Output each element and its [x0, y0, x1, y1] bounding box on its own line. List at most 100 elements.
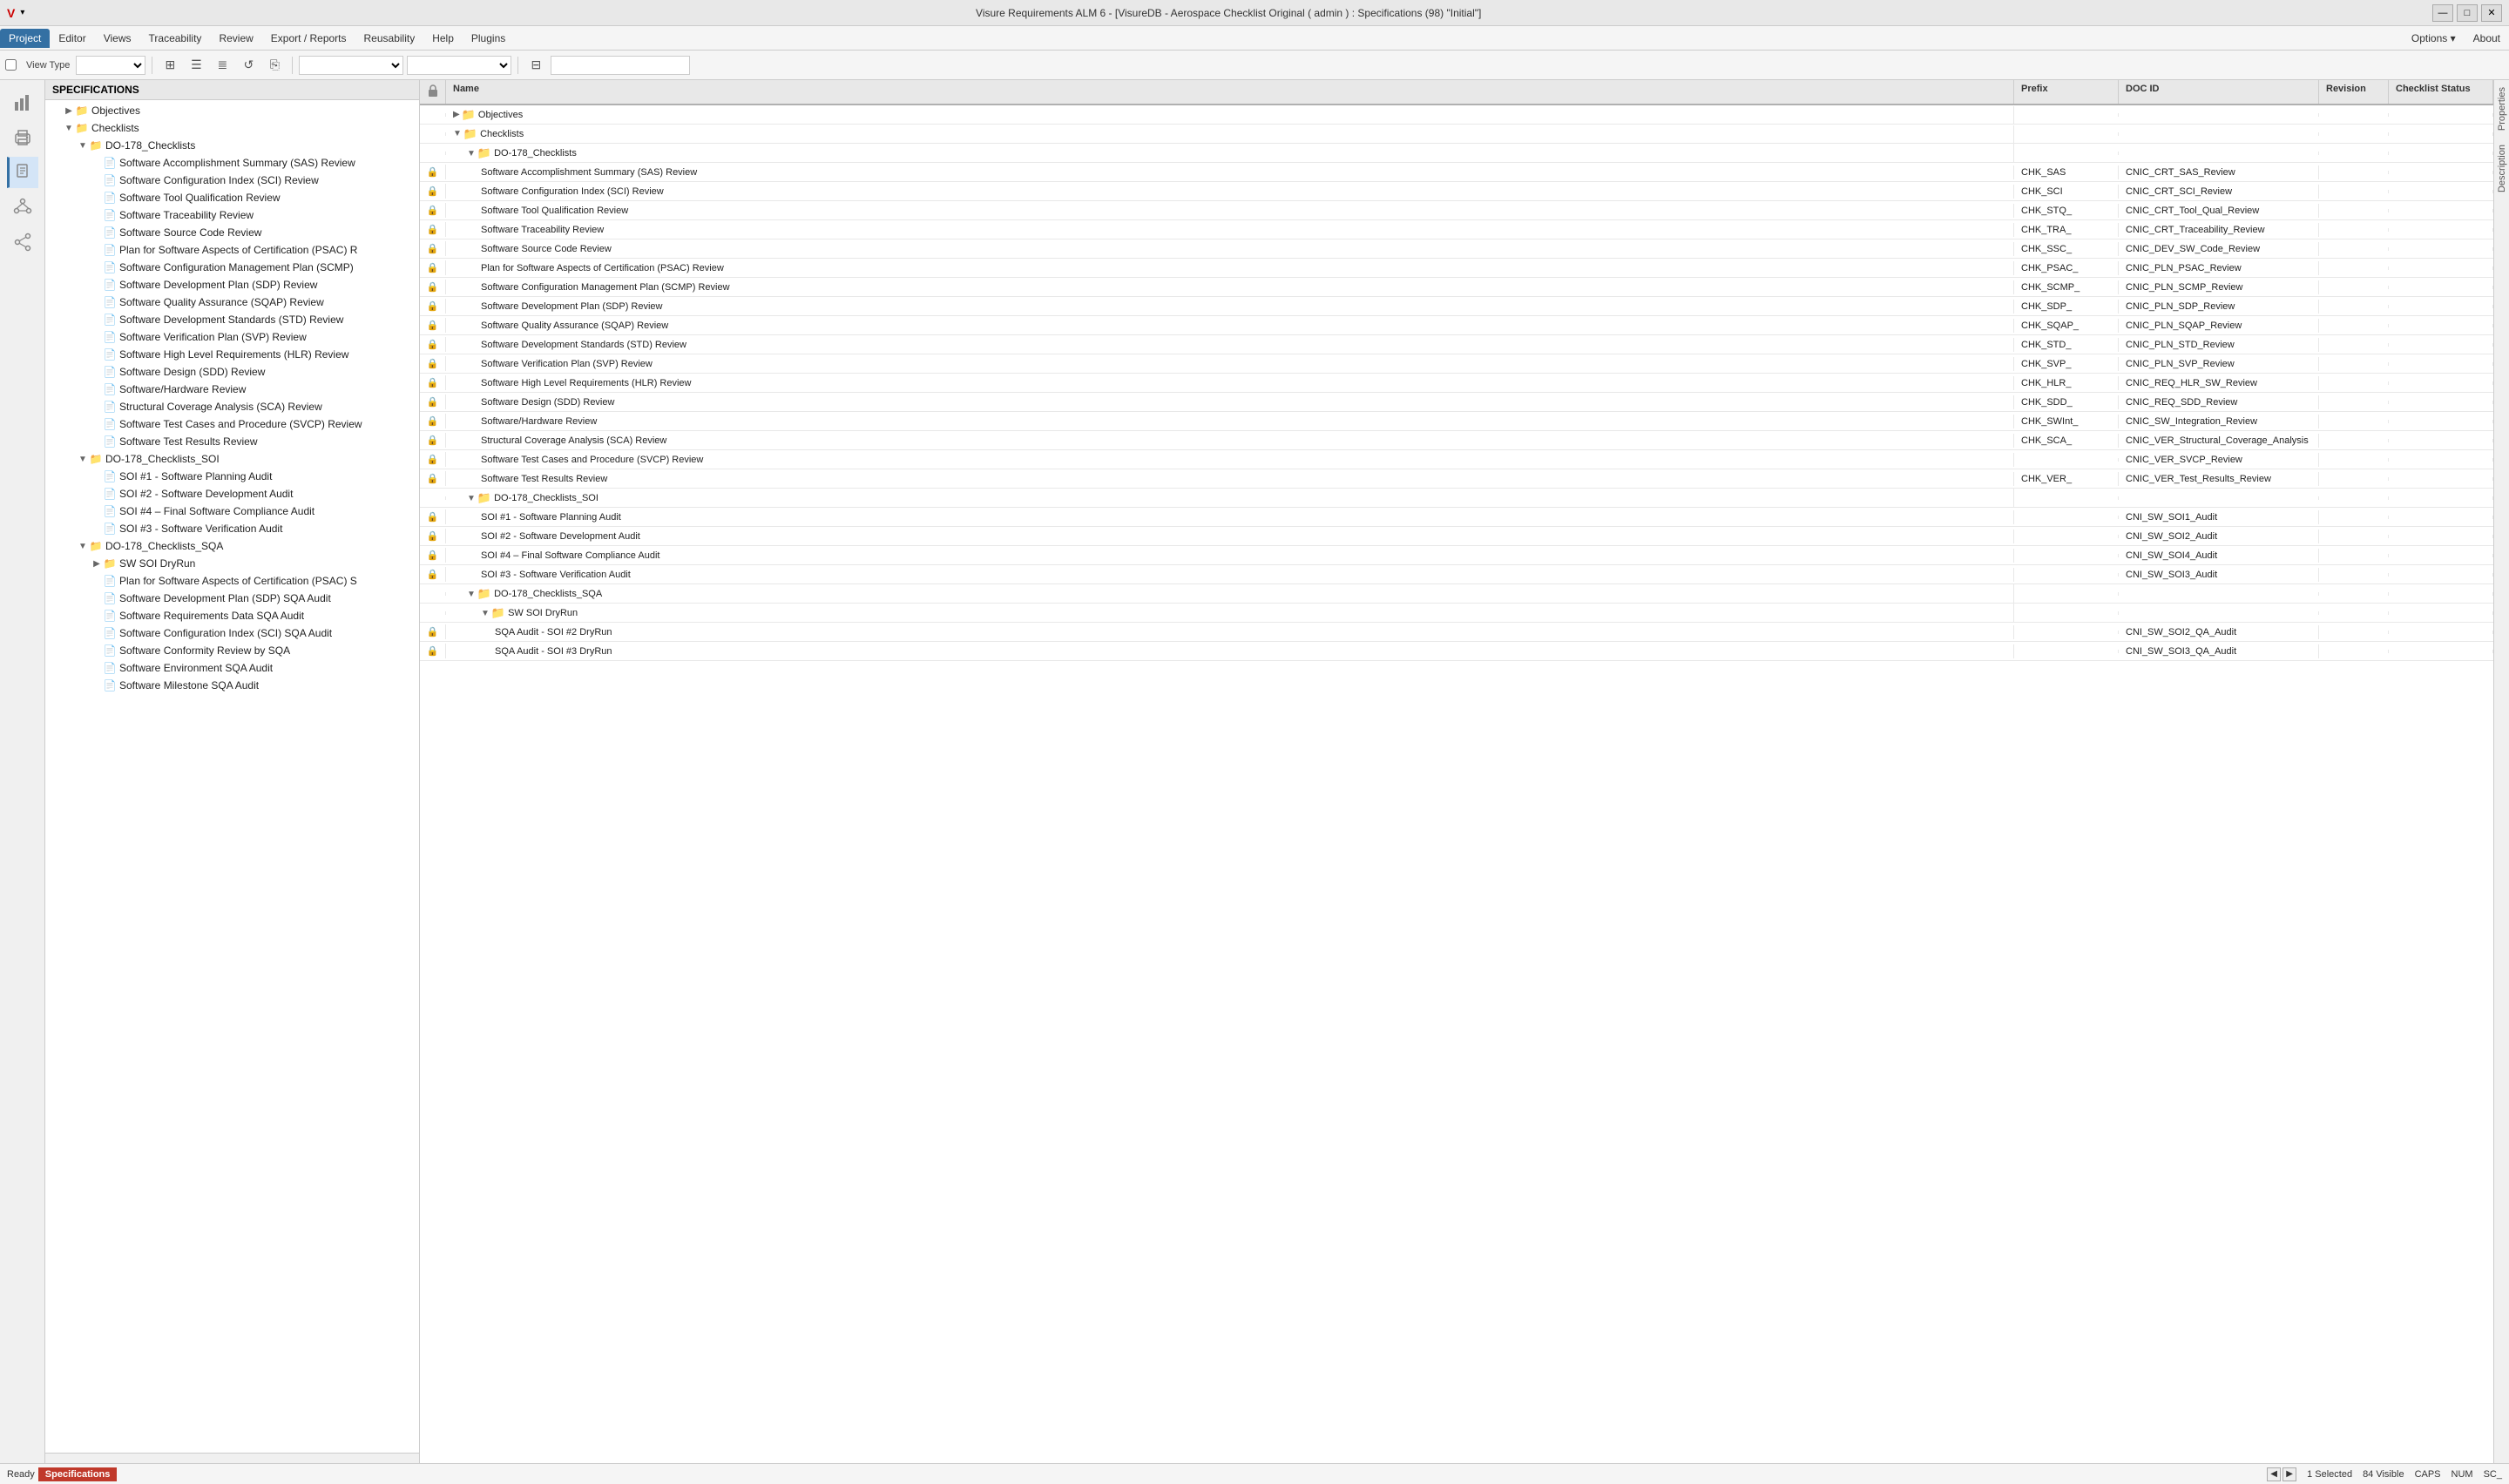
row-expand-icon[interactable]: ▼ — [453, 129, 462, 138]
list-item[interactable]: 📄 Software Source Code Review — [45, 224, 419, 241]
list-item[interactable]: 📄 Software Configuration Index (SCI) SQA… — [45, 624, 419, 642]
list-item[interactable]: 📄 Software Development Standards (STD) R… — [45, 311, 419, 328]
toolbar-grid-icon[interactable]: ⊞ — [159, 55, 181, 76]
list-item[interactable]: 📄 SOI #1 - Software Planning Audit — [45, 468, 419, 485]
list-item[interactable]: 📄 Software Verification Plan (SVP) Revie… — [45, 328, 419, 346]
row-expand-icon[interactable]: ▼ — [467, 590, 476, 599]
iconbar-print[interactable] — [7, 122, 38, 153]
table-row[interactable]: 🔒 Software Tool Qualification Review CHK… — [420, 201, 2493, 220]
iconbar-doc[interactable] — [7, 157, 38, 188]
tree-node-do178-soi[interactable]: ▼ 📁 DO-178_Checklists_SOI — [45, 450, 419, 468]
toolbar-checkbox[interactable] — [5, 59, 17, 71]
list-item[interactable]: 📄 Software Design (SDD) Review — [45, 363, 419, 381]
toolbar-detail-icon[interactable]: ≣ — [211, 55, 233, 76]
menu-project[interactable]: Project — [0, 29, 50, 48]
table-row[interactable]: 🔒 Software Traceability Review CHK_TRA_ … — [420, 220, 2493, 239]
menu-views[interactable]: Views — [95, 29, 140, 48]
menu-review[interactable]: Review — [210, 29, 261, 48]
row-expand-icon[interactable]: ▼ — [481, 609, 490, 618]
iconbar-chart[interactable] — [7, 87, 38, 118]
list-item[interactable]: 📄 Software Configuration Management Plan… — [45, 259, 419, 276]
properties-tab[interactable]: Properties — [2495, 80, 2509, 138]
column-docid[interactable]: DOC ID — [2119, 80, 2319, 104]
maximize-button[interactable]: □ — [2457, 4, 2478, 22]
row-expand-icon[interactable]: ▼ — [467, 494, 476, 503]
menu-editor[interactable]: Editor — [50, 29, 94, 48]
table-row[interactable]: ▼ 📁 SW SOI DryRun — [420, 604, 2493, 623]
list-item[interactable]: 📄 Software/Hardware Review — [45, 381, 419, 398]
list-item[interactable]: 📄 Software Traceability Review — [45, 206, 419, 224]
table-row[interactable]: 🔒 SQA Audit - SOI #2 DryRun CNI_SW_SOI2_… — [420, 623, 2493, 642]
row-expand-icon[interactable]: ▶ — [453, 110, 460, 119]
table-row[interactable]: 🔒 Software Quality Assurance (SQAP) Revi… — [420, 316, 2493, 335]
expand-sw-soi-dryrun[interactable]: ▶ — [91, 557, 103, 570]
table-row[interactable]: 🔒 Software Development Standards (STD) R… — [420, 335, 2493, 354]
table-row[interactable]: ▼ 📁 DO-178_Checklists_SOI — [420, 489, 2493, 508]
menu-options[interactable]: Options ▾ — [2403, 29, 2465, 48]
table-row[interactable]: 🔒 Software Accomplishment Summary (SAS) … — [420, 163, 2493, 182]
table-row[interactable]: ▼ 📁 DO-178_Checklists — [420, 144, 2493, 163]
menu-reusability[interactable]: Reusability — [355, 29, 424, 48]
tree-node-checklists[interactable]: ▼ 📁 Checklists — [45, 119, 419, 137]
menu-traceability[interactable]: Traceability — [140, 29, 211, 48]
iconbar-share[interactable] — [7, 226, 38, 258]
list-item[interactable]: 📄 SOI #4 – Final Software Compliance Aud… — [45, 503, 419, 520]
expand-checklists[interactable]: ▼ — [63, 122, 75, 134]
toolbar-refresh-icon[interactable]: ↺ — [237, 55, 260, 76]
table-row[interactable]: 🔒 Structural Coverage Analysis (SCA) Rev… — [420, 431, 2493, 450]
table-row[interactable]: 🔒 SOI #3 - Software Verification Audit C… — [420, 565, 2493, 584]
menu-export-reports[interactable]: Export / Reports — [262, 29, 355, 48]
list-item[interactable]: 📄 Software High Level Requirements (HLR)… — [45, 346, 419, 363]
list-item[interactable]: 📄 Software Environment SQA Audit — [45, 659, 419, 677]
tree-node-sw-soi-dryrun[interactable]: ▶ 📁 SW SOI DryRun — [45, 555, 419, 572]
close-button[interactable]: ✕ — [2481, 4, 2502, 22]
table-row[interactable]: 🔒 SOI #1 - Software Planning Audit CNI_S… — [420, 508, 2493, 527]
toolbar-filter-icon[interactable]: ⊟ — [524, 55, 547, 76]
tree-node-do178-sqa[interactable]: ▼ 📁 DO-178_Checklists_SQA — [45, 537, 419, 555]
iconbar-network[interactable] — [7, 192, 38, 223]
table-row[interactable]: 🔒 Software Configuration Index (SCI) Rev… — [420, 182, 2493, 201]
list-item[interactable]: 📄 Software Test Results Review — [45, 433, 419, 450]
toolbar-copy-icon[interactable]: ⎘ — [263, 55, 286, 76]
column-name[interactable]: Name — [446, 80, 2014, 104]
list-item[interactable]: 📄 Software Configuration Index (SCI) Rev… — [45, 172, 419, 189]
table-row[interactable]: ▼ 📁 DO-178_Checklists_SQA — [420, 584, 2493, 604]
tree-horizontal-scrollbar[interactable] — [45, 1453, 419, 1463]
table-row[interactable]: 🔒 Software Test Results Review CHK_VER_ … — [420, 469, 2493, 489]
tree-node-objectives[interactable]: ▶ 📁 Objectives — [45, 102, 419, 119]
search-input[interactable] — [551, 56, 690, 75]
tree-node-do178[interactable]: ▼ 📁 DO-178_Checklists — [45, 137, 419, 154]
list-item[interactable]: 📄 Software Milestone SQA Audit — [45, 677, 419, 694]
column-revision[interactable]: Revision — [2319, 80, 2389, 104]
menu-about[interactable]: About — [2465, 29, 2509, 48]
list-item[interactable]: 📄 Software Quality Assurance (SQAP) Revi… — [45, 293, 419, 311]
minimize-button[interactable]: — — [2432, 4, 2453, 22]
table-row[interactable]: 🔒 Software/Hardware Review CHK_SWInt_ CN… — [420, 412, 2493, 431]
table-row[interactable]: 🔒 SQA Audit - SOI #3 DryRun CNI_SW_SOI3_… — [420, 642, 2493, 661]
table-row[interactable]: 🔒 Software Source Code Review CHK_SSC_ C… — [420, 239, 2493, 259]
list-item[interactable]: 📄 Structural Coverage Analysis (SCA) Rev… — [45, 398, 419, 415]
nav-prev[interactable]: ◀ — [2267, 1467, 2281, 1481]
table-row[interactable]: 🔒 Software Development Plan (SDP) Review… — [420, 297, 2493, 316]
table-row[interactable]: 🔒 Software Test Cases and Procedure (SVC… — [420, 450, 2493, 469]
table-row[interactable]: 🔒 SOI #4 – Final Software Compliance Aud… — [420, 546, 2493, 565]
list-item[interactable]: 📄 Software Conformity Review by SQA — [45, 642, 419, 659]
expand-objectives[interactable]: ▶ — [63, 105, 75, 117]
row-expand-icon[interactable]: ▼ — [467, 149, 476, 159]
table-row[interactable]: ▶ 📁 Objectives — [420, 105, 2493, 125]
menu-help[interactable]: Help — [423, 29, 463, 48]
list-item[interactable]: 📄 Plan for Software Aspects of Certifica… — [45, 572, 419, 590]
specifications-badge[interactable]: Specifications — [38, 1467, 118, 1481]
table-row[interactable]: 🔒 Software Verification Plan (SVP) Revie… — [420, 354, 2493, 374]
table-row[interactable]: 🔒 Software High Level Requirements (HLR)… — [420, 374, 2493, 393]
list-item[interactable]: 📄 Software Accomplishment Summary (SAS) … — [45, 154, 419, 172]
table-row[interactable]: 🔒 Plan for Software Aspects of Certifica… — [420, 259, 2493, 278]
toolbar-list-icon[interactable]: ☰ — [185, 55, 207, 76]
list-item[interactable]: 📄 Plan for Software Aspects of Certifica… — [45, 241, 419, 259]
nav-next[interactable]: ▶ — [2282, 1467, 2296, 1481]
list-item[interactable]: 📄 Software Development Plan (SDP) Review — [45, 276, 419, 293]
table-row[interactable]: 🔒 SOI #2 - Software Development Audit CN… — [420, 527, 2493, 546]
list-item[interactable]: 📄 Software Tool Qualification Review — [45, 189, 419, 206]
description-tab[interactable]: Description — [2495, 138, 2509, 199]
table-row[interactable]: 🔒 Software Configuration Management Plan… — [420, 278, 2493, 297]
